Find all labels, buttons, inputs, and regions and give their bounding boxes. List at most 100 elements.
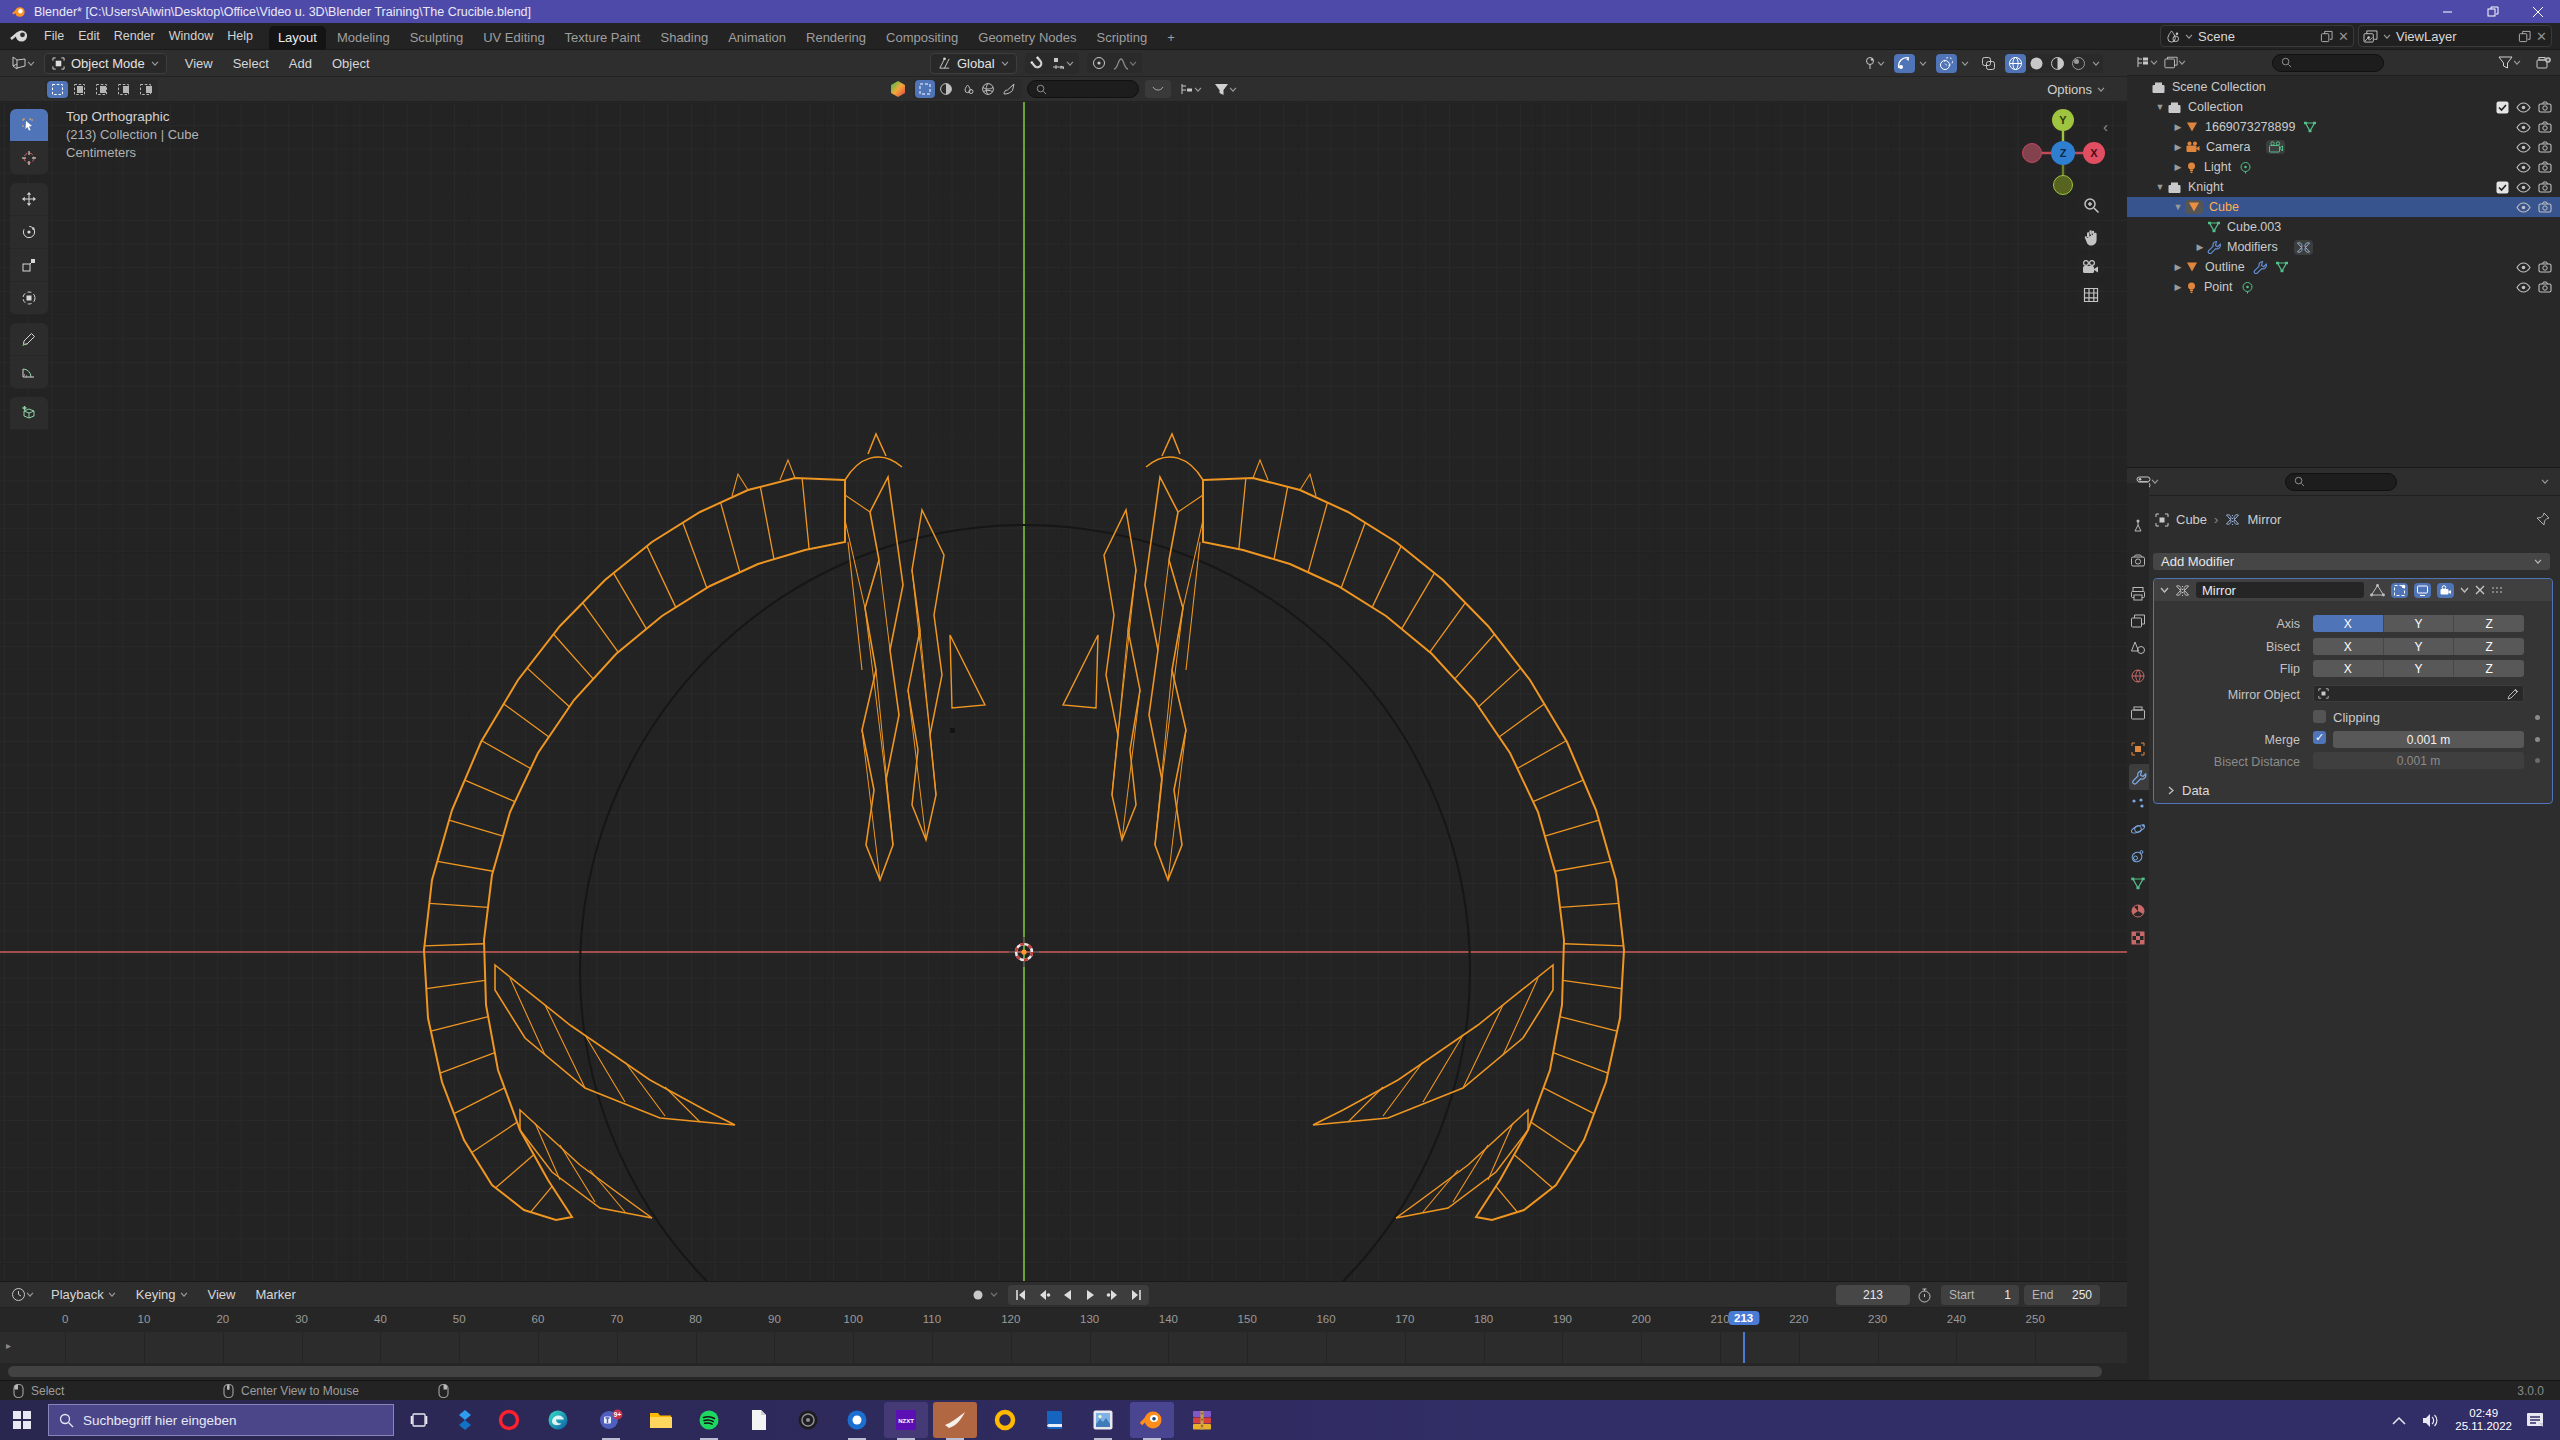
gizmos-toggle[interactable] xyxy=(1894,54,1915,73)
menu-file[interactable]: File xyxy=(37,29,71,43)
breadcrumb-modifier[interactable]: Mirror xyxy=(2247,512,2281,527)
taskbar-app-white-doc[interactable] xyxy=(737,1402,781,1438)
disable-render-toggle[interactable] xyxy=(2538,281,2552,293)
tool-select-box[interactable] xyxy=(10,109,48,142)
shading-wireframe-button[interactable] xyxy=(2005,54,2026,73)
outliner-item-label[interactable]: Outline xyxy=(2205,260,2245,274)
properties-tab-render[interactable] xyxy=(2127,548,2149,574)
outliner-row[interactable]: ▶ Light xyxy=(2127,157,2560,177)
tool-measure[interactable] xyxy=(10,356,48,389)
zoom-icon[interactable] xyxy=(2076,190,2106,220)
viewport-menu-object[interactable]: Object xyxy=(322,56,380,71)
proportional-editing-icon[interactable] xyxy=(1089,54,1109,72)
exclude-checkbox[interactable] xyxy=(2496,181,2509,194)
xray-toggle[interactable] xyxy=(1978,54,1999,73)
collapse-panel-icon[interactable] xyxy=(2160,587,2169,593)
navigation-gizmo[interactable]: Y X Z xyxy=(2018,102,2110,197)
properties-tab-particles[interactable] xyxy=(2127,792,2149,818)
breadcrumb-object[interactable]: Cube xyxy=(2176,512,2207,527)
delete-modifier-icon[interactable] xyxy=(2475,585,2485,595)
unlink-scene-icon[interactable]: ✕ xyxy=(2338,29,2349,44)
axis-z-button[interactable]: Z xyxy=(2454,615,2524,632)
volume-icon[interactable] xyxy=(2422,1413,2441,1428)
tool-scale[interactable] xyxy=(10,249,48,282)
tree-display-dropdown[interactable] xyxy=(1177,81,1205,98)
disable-render-toggle[interactable] xyxy=(2538,121,2552,133)
disable-render-toggle[interactable] xyxy=(2538,101,2552,113)
taskbar-app-blender[interactable] xyxy=(1130,1402,1174,1438)
pan-hand-icon[interactable] xyxy=(2076,222,2106,252)
disable-render-toggle[interactable] xyxy=(2538,141,2552,153)
hide-toggle[interactable] xyxy=(2516,102,2531,113)
minimize-button[interactable] xyxy=(2425,0,2470,23)
tray-expand-icon[interactable] xyxy=(2392,1416,2406,1425)
properties-tab-constraints[interactable] xyxy=(2127,843,2149,869)
bisect-distance-slider[interactable]: 0.001 m xyxy=(2313,752,2524,769)
hide-toggle[interactable] xyxy=(2516,162,2531,173)
bisect-x-button[interactable]: X xyxy=(2313,638,2384,655)
outliner-item-label[interactable]: Modifiers xyxy=(2227,240,2278,254)
outliner-row[interactable]: ▶ 1669073278899 xyxy=(2127,117,2560,137)
tool-transform[interactable] xyxy=(10,282,48,315)
axis-y-button[interactable]: Y xyxy=(2384,615,2455,632)
select-mode-extend[interactable] xyxy=(69,81,90,98)
mesh-data-icon[interactable] xyxy=(2275,261,2289,273)
taskbar-app-winrar[interactable] xyxy=(1180,1402,1224,1438)
restore-button[interactable] xyxy=(2470,0,2515,23)
playhead[interactable] xyxy=(1743,1332,1745,1363)
edit-mode-toggle-icon[interactable] xyxy=(2370,584,2385,597)
workspace-tab-texture-paint[interactable]: Texture Paint xyxy=(556,26,650,50)
clipping-checkbox[interactable] xyxy=(2313,710,2326,723)
properties-tab-output[interactable] xyxy=(2127,581,2149,607)
scene-selector[interactable]: Scene ✕ xyxy=(2160,25,2354,47)
outliner-search[interactable] xyxy=(2272,54,2384,72)
tool-add-cube[interactable] xyxy=(10,397,48,430)
editor-type-button[interactable] xyxy=(8,54,38,72)
workspace-tab-sculpting[interactable]: Sculpting xyxy=(401,26,472,50)
tool-rotate[interactable] xyxy=(10,216,48,249)
menu-edit[interactable]: Edit xyxy=(71,29,107,43)
pin-icon[interactable] xyxy=(2536,512,2550,526)
merge-threshold-slider[interactable]: 0.001 m xyxy=(2333,731,2524,748)
properties-tab-world[interactable] xyxy=(2127,663,2149,689)
menu-window[interactable]: Window xyxy=(162,29,220,43)
properties-tab-object[interactable] xyxy=(2127,736,2149,762)
start-button[interactable] xyxy=(0,1402,44,1438)
camera-view-icon[interactable] xyxy=(2075,252,2105,282)
channel-expander[interactable]: ▸ xyxy=(6,1340,11,1351)
hide-toggle[interactable] xyxy=(2516,282,2531,293)
shading-dropdown[interactable] xyxy=(2089,59,2103,68)
start-frame-field[interactable]: Start1 xyxy=(1941,1285,2019,1305)
filter-dropdown[interactable] xyxy=(1211,81,1240,98)
merge-checkbox[interactable]: ✓ xyxy=(2313,731,2326,744)
axis-x-button[interactable]: X xyxy=(2313,615,2384,632)
viewport-menu-view[interactable]: View xyxy=(175,56,223,71)
taskbar-app-black-disc[interactable] xyxy=(786,1402,830,1438)
workspace-tab-compositing[interactable]: Compositing xyxy=(877,26,967,50)
current-frame-badge[interactable]: 213 xyxy=(1728,1311,1759,1325)
light-data-icon[interactable] xyxy=(2241,281,2254,294)
outliner-row[interactable]: ▼ Knight xyxy=(2127,177,2560,197)
mode-selector[interactable]: Object Mode xyxy=(44,53,167,74)
taskbar-clock[interactable]: 02:49 25.11.2022 xyxy=(2455,1407,2512,1433)
play-button[interactable] xyxy=(1079,1286,1101,1304)
disable-render-toggle[interactable] xyxy=(2538,201,2552,213)
shading-rendered-button[interactable] xyxy=(2068,54,2089,73)
remove-view-layer-icon[interactable]: ✕ xyxy=(2536,29,2547,44)
shading-material-button[interactable] xyxy=(2047,54,2068,73)
taskbar-app-blue-book[interactable] xyxy=(1032,1402,1076,1438)
timeline-ruler[interactable]: 0102030405060708090100110120130140150160… xyxy=(0,1308,2127,1332)
data-section-toggle[interactable]: Data xyxy=(2168,783,2209,798)
properties-tab-texture[interactable] xyxy=(2127,925,2149,951)
outliner-row[interactable]: ▼ Cube xyxy=(2127,197,2560,217)
select-mode-invert[interactable] xyxy=(113,81,134,98)
timeline-menu-marker[interactable]: Marker xyxy=(245,1287,305,1302)
snap-magnet-icon[interactable] xyxy=(1027,54,1048,73)
timeline-menu-playback[interactable]: Playback xyxy=(41,1287,126,1302)
select-mode-new[interactable] xyxy=(47,81,68,98)
flip-x-button[interactable]: X xyxy=(2313,660,2384,677)
outliner-item-label[interactable]: Point xyxy=(2204,280,2233,294)
modifier-name-field[interactable]: Mirror xyxy=(2196,582,2364,598)
viewport-menu-select[interactable]: Select xyxy=(223,56,279,71)
tool-cursor[interactable] xyxy=(10,142,48,175)
